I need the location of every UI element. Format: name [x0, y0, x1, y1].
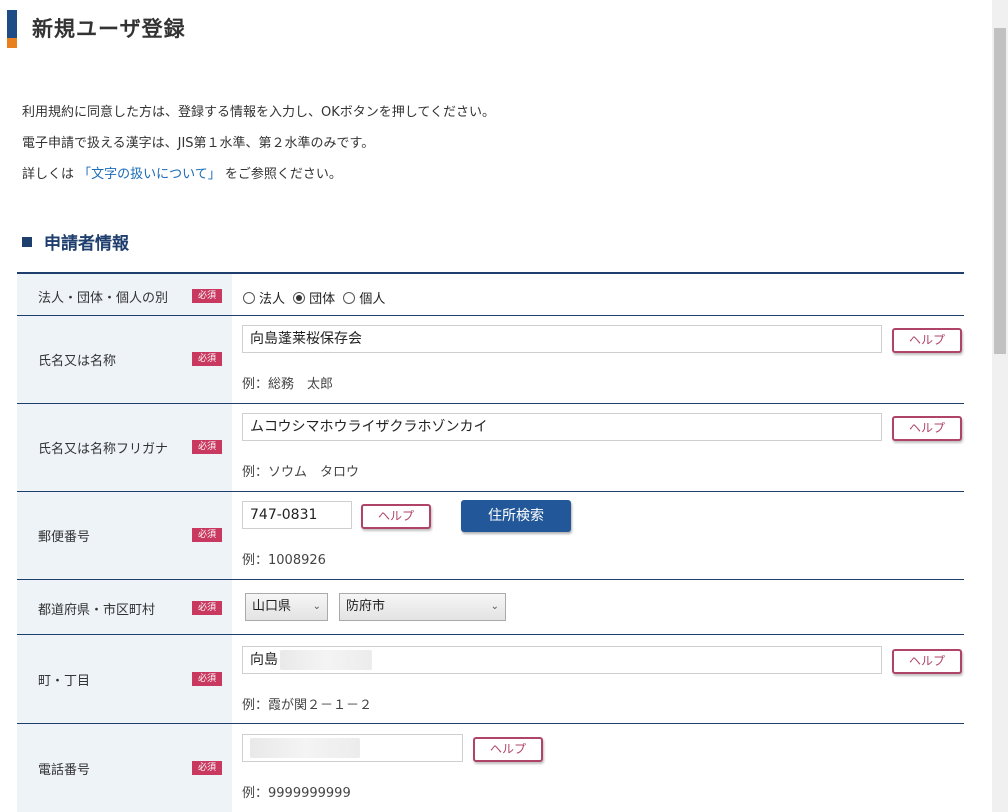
entity-type-label: 法人・団体・個人の別 [38, 291, 169, 306]
row-postal-code: 郵便番号 必須 747-0831 ヘルプ 住所検索 例：1008926 [17, 492, 964, 580]
row-name-kana: 氏名又は名称フリガナ 必須 ムコウシマホウライザクラホゾンカイ ヘルプ 例：ソウ… [17, 404, 964, 492]
town-label: 町・丁目 [38, 674, 91, 689]
required-badge: 必須 [192, 352, 222, 366]
radio-option-individual[interactable]: 個人 [343, 292, 385, 307]
phone-help-button[interactable]: ヘルプ [473, 737, 543, 762]
radio-icon [243, 292, 255, 304]
city-select[interactable]: 防府市 ⌄ [339, 593, 506, 621]
name-kana-example: 例：ソウム タロウ [242, 465, 360, 480]
postal-code-label: 郵便番号 [38, 530, 91, 545]
name-kana-label: 氏名又は名称フリガナ [38, 442, 169, 457]
intro-line-3: 詳しくは 「文字の扱いについて」 をご参照ください。 [22, 163, 342, 182]
required-badge: 必須 [192, 289, 222, 303]
section-title: 申請者情報 [44, 234, 129, 254]
name-kana-input[interactable]: ムコウシマホウライザクラホゾンカイ [242, 413, 882, 441]
phone-input[interactable] [242, 734, 463, 762]
name-example: 例：総務 太郎 [242, 377, 334, 392]
chevron-down-icon: ⌄ [312, 601, 321, 612]
phone-example: 例：9999999999 [242, 786, 351, 801]
required-badge: 必須 [192, 672, 222, 686]
page-title: 新規ユーザ登録 [32, 17, 186, 41]
row-entity-type: 法人・団体・個人の別 必須 法人 団体 個人 [17, 274, 964, 316]
intro-line-1: 利用規約に同意した方は、登録する情報を入力し、OKボタンを押してください。 [22, 105, 495, 120]
intro-line-2: 電子申請で扱える漢字は、JIS第１水準、第２水準のみです。 [22, 136, 375, 151]
name-label: 氏名又は名称 [38, 354, 117, 369]
square-bullet-icon [22, 237, 32, 247]
redacted-blur [250, 738, 360, 758]
radio-option-group[interactable]: 団体 [293, 292, 335, 307]
postal-code-input[interactable]: 747-0831 [242, 501, 352, 529]
required-badge: 必須 [192, 601, 222, 615]
phone-label: 電話番号 [38, 763, 91, 778]
prefecture-city-label: 都道府県・市区町村 [38, 603, 156, 618]
prefecture-select[interactable]: 山口県 ⌄ [245, 593, 328, 621]
row-name: 氏名又は名称 必須 向島蓬莱桜保存会 ヘルプ 例：総務 太郎 [17, 316, 964, 404]
scrollbar-thumb[interactable] [994, 28, 1006, 354]
name-help-button[interactable]: ヘルプ [892, 328, 962, 353]
radio-option-corporation[interactable]: 法人 [243, 292, 285, 307]
required-badge: 必須 [192, 440, 222, 454]
radio-checked-icon [293, 292, 306, 304]
entity-type-radio-group: 法人 団体 個人 [243, 288, 389, 307]
postal-code-example: 例：1008926 [242, 553, 326, 568]
required-badge: 必須 [192, 761, 222, 775]
title-accent-bar [7, 10, 17, 48]
row-phone: 電話番号 必須 ヘルプ 例：9999999999 [17, 724, 964, 812]
redacted-blur [280, 650, 372, 670]
chevron-down-icon: ⌄ [490, 601, 499, 612]
vertical-scrollbar[interactable] [992, 0, 1008, 812]
radio-icon [343, 292, 356, 304]
address-search-button[interactable]: 住所検索 [461, 500, 571, 532]
row-prefecture-city: 都道府県・市区町村 必須 山口県 ⌄ 防府市 ⌄ [17, 580, 964, 635]
town-input[interactable]: 向島 [242, 646, 882, 674]
postal-help-button[interactable]: ヘルプ [361, 504, 431, 529]
town-example: 例：霞が関２－１－２ [242, 698, 373, 713]
name-kana-help-button[interactable]: ヘルプ [892, 416, 962, 441]
name-input[interactable]: 向島蓬莱桜保存会 [242, 325, 882, 353]
required-badge: 必須 [192, 528, 222, 542]
character-handling-link[interactable]: 「文字の扱いについて」 [78, 167, 221, 182]
intro-suffix: をご参照ください。 [224, 167, 342, 182]
row-town: 町・丁目 必須 向島 ヘルプ 例：霞が関２－１－２ [17, 635, 964, 724]
applicant-form: 法人・団体・個人の別 必須 法人 団体 個人 氏名又は名称 必須 向島蓬莱桜保存… [17, 272, 964, 812]
town-help-button[interactable]: ヘルプ [892, 649, 962, 674]
section-header: 申請者情報 [22, 229, 129, 254]
registration-page: 新規ユーザ登録 利用規約に同意した方は、登録する情報を入力し、OKボタンを押して… [0, 0, 992, 812]
intro-prefix: 詳しくは [22, 167, 75, 182]
